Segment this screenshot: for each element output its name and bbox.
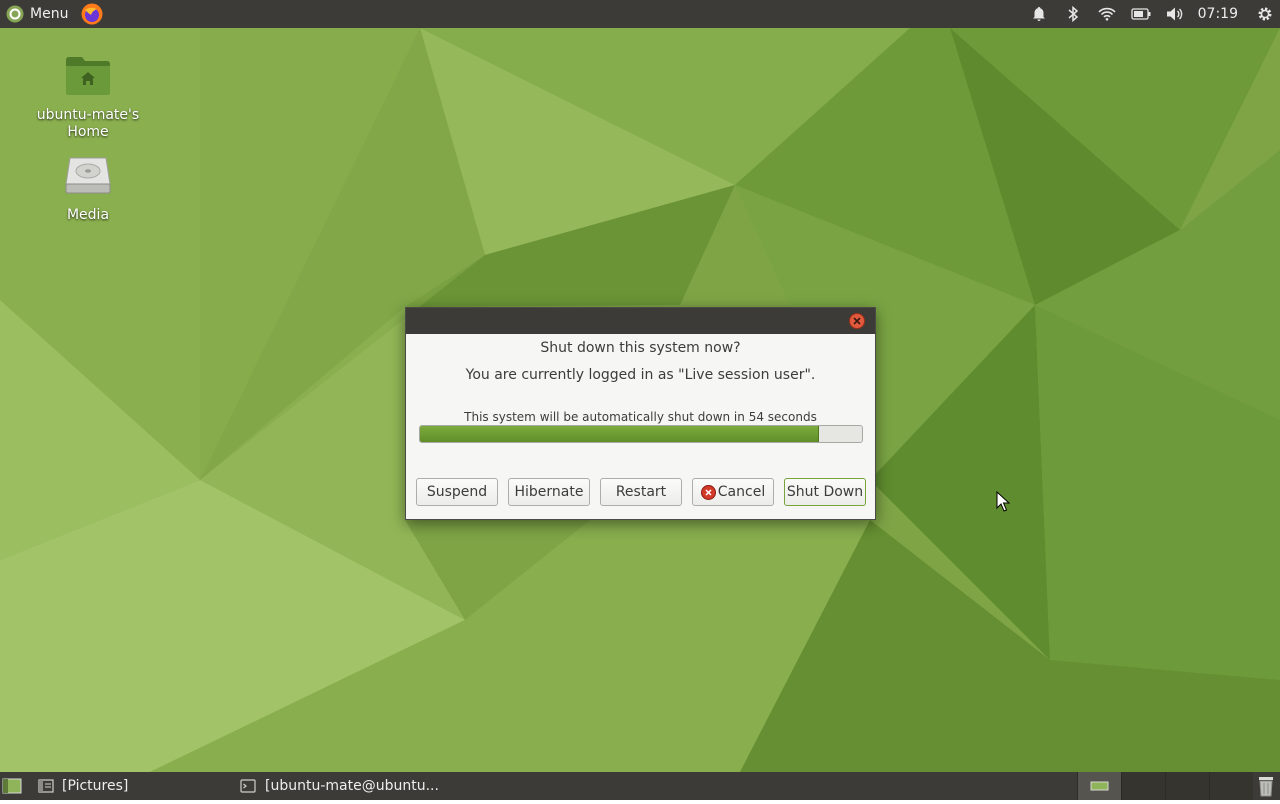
mouse-pointer-icon — [996, 491, 1010, 512]
workspace-2[interactable] — [1121, 772, 1165, 800]
ubuntu-mate-logo-icon — [6, 5, 24, 23]
home-label-line1: ubuntu-mate's — [36, 107, 140, 123]
dialog-titlebar[interactable] — [406, 308, 875, 334]
cancel-button[interactable]: Cancel — [692, 478, 774, 506]
taskbar-item-terminal[interactable]: [ubuntu-mate@ubuntu... — [240, 772, 439, 800]
desktop-icon-home[interactable]: ubuntu-mate's Home — [36, 54, 140, 141]
system-tray: 07:19 — [1022, 0, 1280, 28]
menu-label: Menu — [30, 6, 69, 22]
progress-fill — [420, 426, 819, 442]
file-manager-icon — [38, 779, 54, 793]
cancel-icon — [700, 484, 716, 500]
trash-icon — [1259, 777, 1273, 797]
suspend-button[interactable]: Suspend — [416, 478, 498, 506]
show-desktop-button[interactable] — [2, 777, 22, 795]
dialog-subtitle: You are currently logged in as "Live ses… — [465, 367, 816, 383]
terminal-icon — [240, 779, 256, 793]
shut-down-button[interactable]: Shut Down — [784, 478, 866, 506]
workspace-1[interactable] — [1077, 772, 1121, 800]
battery-icon[interactable] — [1124, 0, 1158, 28]
desktop-icon-media[interactable]: Media — [36, 156, 140, 224]
countdown-progress-bar — [419, 425, 863, 443]
home-folder-icon — [66, 57, 110, 95]
bottom-panel: [Pictures] [ubuntu-mate@ubuntu... — [0, 772, 1280, 800]
notification-bell-icon[interactable] — [1022, 0, 1056, 28]
bluetooth-icon[interactable] — [1056, 0, 1090, 28]
firefox-launcher[interactable] — [80, 2, 104, 26]
hibernate-button[interactable]: Hibernate — [508, 478, 590, 506]
restart-button[interactable]: Restart — [600, 478, 682, 506]
close-icon — [853, 317, 861, 325]
dialog-close-button[interactable] — [849, 313, 865, 329]
top-panel: Menu 07:19 — [0, 0, 1280, 28]
workspace-3[interactable] — [1165, 772, 1209, 800]
trash-button[interactable] — [1257, 775, 1277, 797]
dialog-title: Shut down this system now? — [540, 340, 741, 356]
clock[interactable]: 07:19 — [1192, 6, 1250, 22]
media-label: Media — [66, 207, 110, 223]
hard-drive-icon — [65, 157, 111, 194]
countdown-text: This system will be automatically shut d… — [464, 410, 817, 424]
main-menu-button[interactable]: Menu — [0, 0, 74, 28]
workspace-4[interactable] — [1209, 772, 1253, 800]
cancel-label: Cancel — [717, 484, 766, 500]
show-desktop-icon — [2, 778, 22, 794]
shutdown-dialog: Shut down this system now? You are curre… — [405, 307, 876, 520]
taskbar-label-pictures: [Pictures] — [62, 778, 129, 794]
settings-gear-icon[interactable] — [1250, 0, 1280, 28]
wifi-icon[interactable] — [1090, 0, 1124, 28]
home-label-line2: Home — [67, 124, 109, 140]
taskbar-item-pictures[interactable]: [Pictures] — [38, 772, 128, 800]
firefox-icon — [81, 3, 103, 25]
volume-icon[interactable] — [1158, 0, 1192, 28]
taskbar-label-terminal: [ubuntu-mate@ubuntu... — [265, 778, 439, 794]
